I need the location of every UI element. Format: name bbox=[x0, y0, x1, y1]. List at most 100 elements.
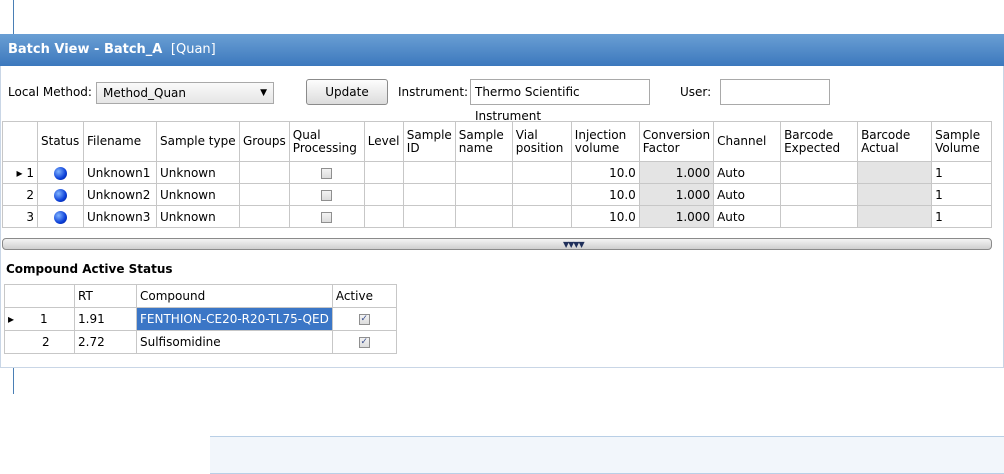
groups-cell[interactable] bbox=[239, 183, 290, 206]
compound-cell[interactable]: Sulfisomidine bbox=[136, 330, 333, 354]
local-method-dropdown[interactable]: Method_Quan ▼ bbox=[96, 82, 274, 104]
table-row[interactable]: 2 2.72 Sulfisomidine ✓ bbox=[4, 330, 397, 354]
sample-name-cell[interactable] bbox=[454, 183, 513, 206]
table-row[interactable]: ▸ 1 1.91 FENTHION-CE20-R20-TL75-QED ✓ bbox=[4, 307, 397, 331]
conversion-factor-cell: 1.000 bbox=[638, 161, 715, 184]
column-header-level[interactable]: Level bbox=[363, 121, 404, 162]
vial-position-cell[interactable] bbox=[511, 205, 572, 228]
panel-splitter[interactable]: ▼▼▼▼ bbox=[2, 238, 992, 250]
sample-name-cell[interactable] bbox=[454, 205, 513, 228]
toolbar: Local Method: Method_Quan ▼ Update Instr… bbox=[0, 76, 1004, 123]
instrument-field[interactable]: Thermo Scientific Instrument bbox=[470, 79, 650, 123]
column-header-compound[interactable]: Compound bbox=[136, 284, 333, 308]
compound-cell[interactable]: FENTHION-CE20-R20-TL75-QED bbox=[136, 307, 333, 331]
qual-processing-cell[interactable] bbox=[288, 183, 365, 206]
vial-position-cell[interactable] bbox=[511, 183, 572, 206]
column-header-active[interactable]: Active bbox=[331, 284, 397, 308]
sample-name-cell[interactable] bbox=[454, 161, 513, 184]
rt-cell[interactable]: 2.72 bbox=[74, 330, 137, 354]
filename-cell[interactable]: Unknown1 bbox=[83, 161, 157, 184]
row-header[interactable]: 3 bbox=[2, 205, 38, 228]
row-pointer-arrow-icon: ▸ bbox=[16, 165, 23, 180]
qual-processing-checkbox[interactable] bbox=[321, 211, 333, 223]
active-cell[interactable]: ✓ bbox=[331, 330, 397, 354]
barcode-expected-cell[interactable] bbox=[780, 183, 859, 206]
column-header-status[interactable]: Status bbox=[37, 121, 84, 162]
row-header[interactable]: ▸ 1 bbox=[2, 161, 38, 184]
active-checkbox[interactable]: ✓ bbox=[358, 314, 370, 325]
channel-cell[interactable]: Auto bbox=[713, 183, 782, 206]
level-cell[interactable] bbox=[363, 183, 404, 206]
column-header-sample-volume[interactable]: Sample Volume bbox=[931, 121, 993, 162]
groups-cell[interactable] bbox=[239, 161, 290, 184]
level-cell[interactable] bbox=[363, 205, 404, 228]
column-header-sample-type[interactable]: Sample type bbox=[156, 121, 240, 162]
status-cell[interactable] bbox=[37, 161, 84, 184]
column-header-injection-volume[interactable]: Injection volume bbox=[570, 121, 640, 162]
status-cell[interactable] bbox=[37, 205, 84, 228]
filename-cell[interactable]: Unknown2 bbox=[83, 183, 157, 206]
chevron-down-icon: ▼ bbox=[260, 88, 267, 98]
row-index: 3 bbox=[26, 209, 34, 224]
row-header[interactable]: 2 bbox=[4, 330, 75, 354]
note-band bbox=[210, 436, 1004, 474]
level-cell[interactable] bbox=[363, 161, 404, 184]
column-header-rowindex bbox=[4, 284, 75, 308]
sample-volume-cell[interactable]: 1 bbox=[931, 205, 993, 228]
sample-id-cell[interactable] bbox=[402, 161, 456, 184]
sample-id-cell[interactable] bbox=[402, 205, 456, 228]
column-header-sample-id[interactable]: Sample ID bbox=[402, 121, 456, 162]
sample-type-cell[interactable]: Unknown bbox=[156, 205, 240, 228]
column-header-barcode-actual[interactable]: Barcode Actual bbox=[857, 121, 933, 162]
sample-volume-cell[interactable]: 1 bbox=[931, 161, 993, 184]
rt-cell[interactable]: 1.91 bbox=[74, 307, 137, 331]
column-header-qual-processing[interactable]: Qual Processing bbox=[288, 121, 365, 162]
barcode-expected-cell[interactable] bbox=[780, 161, 859, 184]
sample-volume-cell[interactable]: 1 bbox=[931, 183, 993, 206]
channel-cell[interactable]: Auto bbox=[713, 205, 782, 228]
column-header-vial-position[interactable]: Vial position bbox=[511, 121, 572, 162]
instrument-label: Instrument: bbox=[398, 85, 469, 99]
sample-type-cell[interactable]: Unknown bbox=[156, 161, 240, 184]
column-header-rt[interactable]: RT bbox=[74, 284, 137, 308]
table-row[interactable]: 3 Unknown3 Unknown 10.0 1.000 Auto 1 bbox=[2, 205, 993, 228]
channel-cell[interactable]: Auto bbox=[713, 161, 782, 184]
compound-section-title: Compound Active Status bbox=[6, 262, 173, 276]
groups-cell[interactable] bbox=[239, 205, 290, 228]
table-row[interactable]: 2 Unknown2 Unknown 10.0 1.000 Auto 1 bbox=[2, 183, 993, 206]
column-header-groups[interactable]: Groups bbox=[239, 121, 290, 162]
update-button[interactable]: Update bbox=[306, 79, 388, 105]
qual-processing-cell[interactable] bbox=[288, 205, 365, 228]
blue-circle-status-icon bbox=[54, 166, 67, 180]
injection-volume-cell[interactable]: 10.0 bbox=[570, 183, 640, 206]
vial-position-cell[interactable] bbox=[511, 161, 572, 184]
row-pointer-arrow-icon: ▸ bbox=[8, 312, 15, 326]
qual-processing-checkbox[interactable] bbox=[321, 189, 333, 201]
active-cell[interactable]: ✓ bbox=[331, 307, 397, 331]
row-header[interactable]: 2 bbox=[2, 183, 38, 206]
qual-processing-checkbox[interactable] bbox=[321, 167, 333, 179]
batch-grid-header-row: Status Filename Sample type Groups Qual … bbox=[2, 121, 993, 162]
user-field[interactable] bbox=[720, 79, 830, 105]
column-header-filename[interactable]: Filename bbox=[83, 121, 157, 162]
row-index: 1 bbox=[40, 312, 48, 326]
batch-grid: Status Filename Sample type Groups Qual … bbox=[2, 121, 993, 228]
filename-cell[interactable]: Unknown3 bbox=[83, 205, 157, 228]
table-row[interactable]: ▸ 1 Unknown1 Unknown 10.0 1.000 Auto 1 bbox=[2, 161, 993, 184]
column-header-conversion-factor[interactable]: Conversion Factor bbox=[638, 121, 715, 162]
sample-type-cell[interactable]: Unknown bbox=[156, 183, 240, 206]
barcode-expected-cell[interactable] bbox=[780, 205, 859, 228]
active-checkbox[interactable]: ✓ bbox=[358, 337, 370, 348]
qual-processing-cell[interactable] bbox=[288, 161, 365, 184]
barcode-actual-cell bbox=[857, 161, 933, 184]
row-header[interactable]: ▸ 1 bbox=[4, 307, 75, 331]
compound-grid: RT Compound Active ▸ 1 1.91 FENTHION-CE20… bbox=[4, 284, 397, 354]
status-cell[interactable] bbox=[37, 183, 84, 206]
injection-volume-cell[interactable]: 10.0 bbox=[570, 161, 640, 184]
column-header-barcode-expected[interactable]: Barcode Expected bbox=[780, 121, 859, 162]
column-header-rowindex bbox=[2, 121, 38, 162]
column-header-sample-name[interactable]: Sample name bbox=[454, 121, 513, 162]
sample-id-cell[interactable] bbox=[402, 183, 456, 206]
column-header-channel[interactable]: Channel bbox=[713, 121, 782, 162]
injection-volume-cell[interactable]: 10.0 bbox=[570, 205, 640, 228]
